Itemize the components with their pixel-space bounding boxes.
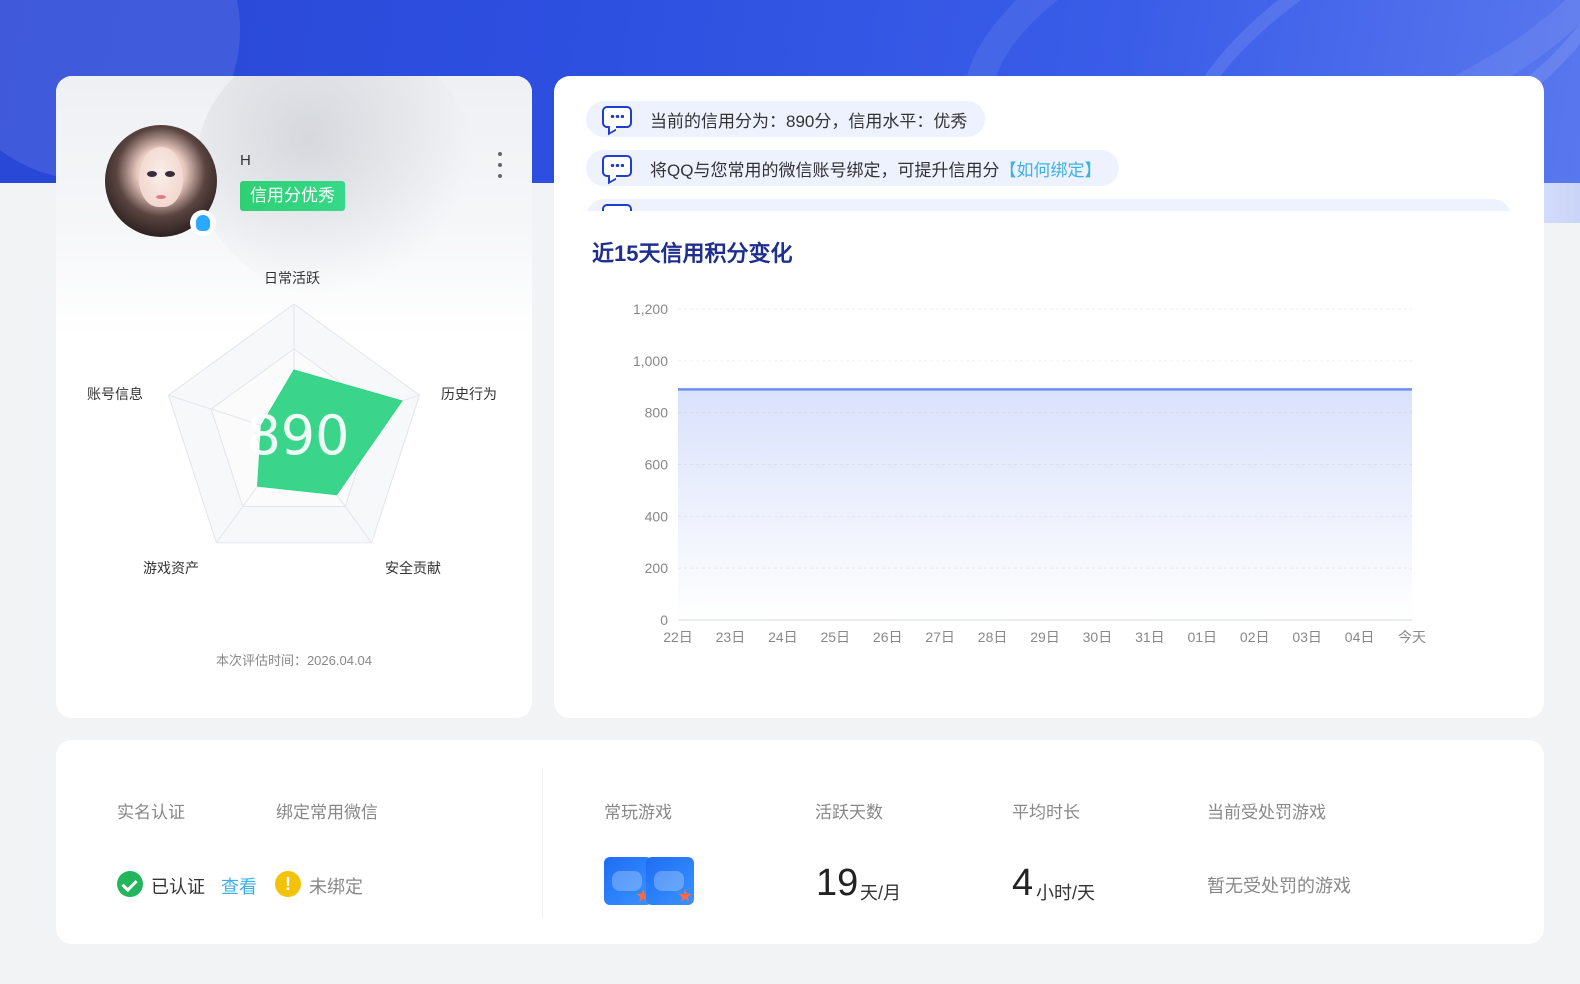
wechat-bind-status: 未绑定 — [309, 877, 363, 897]
radar-label-account-info: 账号信息 — [87, 386, 143, 402]
radar-label-daily-activity: 日常活跃 — [264, 270, 320, 286]
qq-penguin-icon — [190, 210, 216, 236]
notice-item: 将QQ与您常用的微信账号绑定，可提升信用分 【如何绑定】 — [586, 150, 1120, 186]
evaluation-time: 本次评估时间：2026.04.04 — [215, 653, 373, 668]
message-icon — [602, 155, 632, 185]
y-tick-label: 1,000 — [633, 353, 668, 369]
x-tick-label: 29日 — [1030, 629, 1060, 645]
x-tick-label: 03日 — [1292, 629, 1322, 645]
x-tick-label: 28日 — [978, 629, 1008, 645]
x-tick-label: 22日 — [663, 629, 693, 645]
how-to-bind-link[interactable]: 【如何绑定】 — [999, 156, 1101, 181]
y-tick-label: 1,200 — [633, 301, 668, 317]
notice-item-clipped — [586, 199, 1511, 211]
notice-item: 当前的信用分为：890分，信用水平：优秀 — [586, 101, 986, 137]
avg-duration-unit: 小时/天 — [1036, 883, 1096, 903]
message-icon — [602, 204, 632, 211]
y-tick-label: 0 — [660, 612, 668, 628]
y-tick-label: 800 — [645, 405, 669, 421]
y-tick-label: 200 — [645, 560, 669, 576]
x-tick-label: 30日 — [1083, 629, 1113, 645]
real-name-label: 实名认证 — [117, 803, 185, 822]
real-name-status: 已认证 — [151, 877, 205, 897]
radar-label-security-contribution: 安全贡献 — [385, 560, 441, 576]
area-fill — [678, 389, 1412, 620]
game-icon[interactable] — [646, 857, 694, 905]
more-options-icon[interactable] — [494, 152, 506, 178]
x-tick-label: 今天 — [1398, 629, 1426, 645]
active-days-unit: 天/月 — [860, 883, 902, 903]
x-tick-label: 26日 — [873, 629, 903, 645]
x-tick-label: 25日 — [820, 629, 850, 645]
penalty-games-value: 暂无受处罚的游戏 — [1207, 876, 1351, 896]
x-tick-label: 01日 — [1187, 629, 1217, 645]
active-days-label: 活跃天数 — [815, 803, 883, 822]
x-tick-label: 02日 — [1240, 629, 1270, 645]
game-icon[interactable] — [604, 857, 652, 905]
x-tick-label: 31日 — [1135, 629, 1165, 645]
x-tick-label: 27日 — [925, 629, 955, 645]
active-days-value: 19 — [816, 862, 859, 904]
radar-label-history-behavior: 历史行为 — [441, 386, 497, 402]
notice-list[interactable]: 当前的信用分为：890分，信用水平：优秀 将QQ与您常用的微信账号绑定，可提升信… — [586, 101, 1516, 211]
section-divider — [542, 768, 543, 918]
view-verification-link[interactable]: 查看 — [221, 873, 257, 899]
profile-name: H — [240, 152, 251, 169]
x-tick-label: 23日 — [716, 629, 746, 645]
notice-text: 当前的信用分为：890分，信用水平：优秀 — [650, 111, 968, 131]
x-tick-label: 04日 — [1345, 629, 1375, 645]
warning-icon: ! — [275, 871, 301, 897]
chart-title: 近15天信用积分变化 — [592, 241, 793, 266]
account-stats-card: 实名认证 绑定常用微信 已认证 查看 ! 未绑定 常玩游戏 活跃天数 19 天/… — [56, 740, 1544, 944]
notice-text: 将QQ与您常用的微信账号绑定，可提升信用分 — [650, 160, 1000, 180]
radar-label-game-assets: 游戏资产 — [143, 560, 199, 576]
check-circle-icon — [117, 871, 143, 897]
frequent-games-label: 常玩游戏 — [604, 803, 672, 822]
avg-duration-label: 平均时长 — [1012, 803, 1080, 822]
y-tick-label: 400 — [645, 508, 669, 524]
credit-level-badge: 信用分优秀 — [240, 181, 345, 211]
penalty-games-label: 当前受处罚游戏 — [1207, 803, 1326, 822]
x-tick-label: 24日 — [768, 629, 798, 645]
credit-score-line-chart: 0 200 400 600 800 1,000 1,200 22日 23日 24日 25日 26日 2… — [633, 301, 1426, 645]
credit-trend-card: 当前的信用分为：890分，信用水平：优秀 将QQ与您常用的微信账号绑定，可提升信… — [554, 76, 1544, 718]
wechat-bind-label: 绑定常用微信 — [276, 803, 378, 822]
message-icon — [602, 106, 632, 136]
avg-duration-value: 4 — [1012, 862, 1034, 904]
y-tick-label: 600 — [645, 457, 669, 473]
